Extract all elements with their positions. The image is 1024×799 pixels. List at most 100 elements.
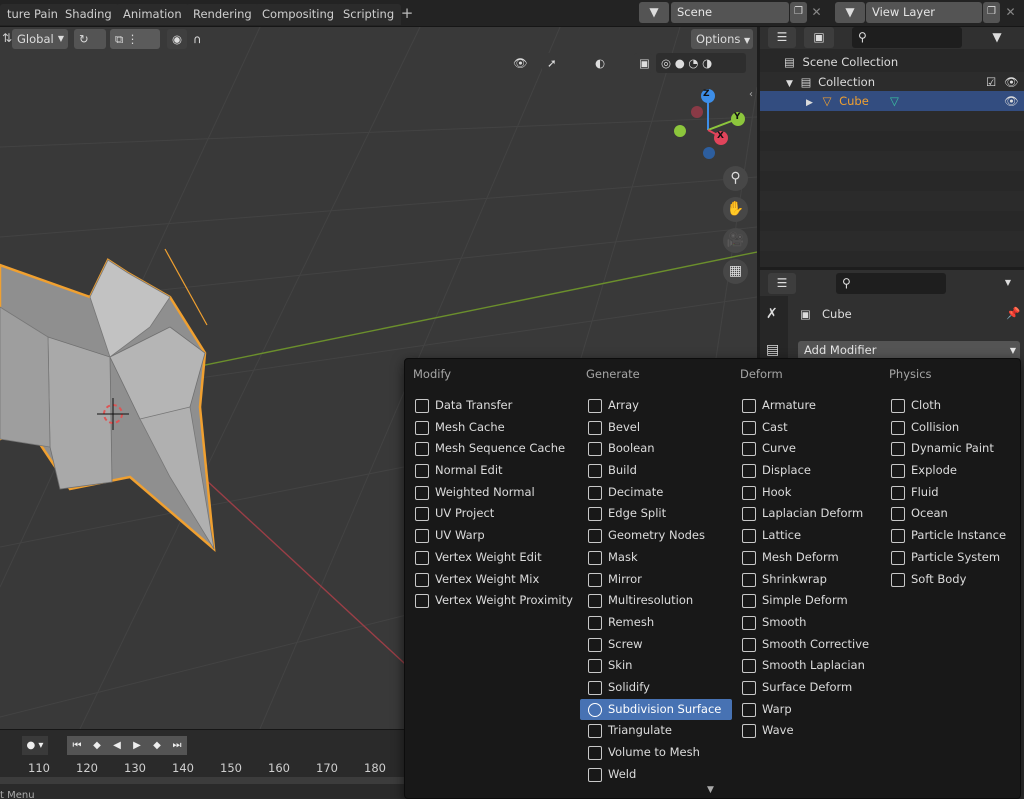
sidebar-toggle-icon[interactable]: ‹ (749, 89, 753, 100)
render-tab-icon[interactable]: ▤ (766, 342, 779, 358)
navigation-gizmo[interactable] (674, 89, 745, 159)
camera-view-icon[interactable]: 🎥 (723, 228, 748, 253)
menu-item-particle-system[interactable]: Particle System (883, 547, 1024, 569)
pivot-point-dropdown[interactable]: ↻ (74, 29, 106, 49)
menu-item-volume-to-mesh[interactable]: Volume to Mesh (580, 742, 732, 764)
display-mode-dropdown[interactable]: ☰ (768, 27, 796, 48)
menu-item-bevel[interactable]: Bevel (580, 417, 732, 439)
menu-item-mesh-deform[interactable]: Mesh Deform (734, 547, 886, 569)
properties-search-input[interactable]: ⚲ (836, 273, 946, 294)
menu-item-build[interactable]: Build (580, 460, 732, 482)
chevron-down-icon[interactable]: ▼ (998, 273, 1018, 294)
menu-item-geometry-nodes[interactable]: Geometry Nodes (580, 525, 732, 547)
menu-item-curve[interactable]: Curve (734, 438, 886, 460)
cube-row[interactable]: ▶ ▽ Cube ▽ 👁 (760, 91, 1024, 111)
menu-item-weld[interactable]: Weld (580, 764, 732, 786)
menu-item-smooth-laplacian[interactable]: Smooth Laplacian (734, 655, 886, 677)
scroll-down-icon[interactable]: ▼ (707, 785, 714, 795)
keyframe-dot-dropdown[interactable]: ● ▾ (22, 736, 48, 755)
play-icon[interactable]: ▶ (127, 736, 147, 755)
filter-view-dropdown[interactable]: ▣ (804, 27, 834, 48)
menu-item-fluid[interactable]: Fluid (883, 482, 1024, 504)
menu-item-mirror[interactable]: Mirror (580, 569, 732, 591)
tab-shading[interactable]: Shading (58, 4, 119, 25)
menu-item-multiresolution[interactable]: Multiresolution (580, 590, 732, 612)
menu-item-mesh-cache[interactable]: Mesh Cache (407, 417, 559, 439)
scene-collection-row[interactable]: ▤ Scene Collection (760, 52, 1024, 72)
view-layer-browse-button[interactable]: ▼ (835, 2, 865, 23)
gizmo-toggle-icon[interactable]: ➚ (542, 53, 578, 73)
scene-browse-button[interactable]: ▼ (639, 2, 669, 23)
menu-item-uv-project[interactable]: UV Project (407, 503, 559, 525)
prev-keyframe-icon[interactable]: ◆ (87, 736, 107, 755)
scene-close-icon[interactable]: ✕ (808, 2, 825, 23)
tab-animation[interactable]: Animation (116, 4, 189, 25)
menu-item-cast[interactable]: Cast (734, 417, 886, 439)
menu-item-solidify[interactable]: Solidify (580, 677, 732, 699)
tab-compositing[interactable]: Compositing (255, 4, 342, 25)
menu-item-smooth-corrective[interactable]: Smooth Corrective (734, 634, 886, 656)
editor-type-dropdown[interactable]: ☰ (768, 273, 796, 294)
menu-item-vertex-weight-edit[interactable]: Vertex Weight Edit (407, 547, 559, 569)
checkbox-icon[interactable]: ☑ (986, 72, 996, 92)
next-keyframe-icon[interactable]: ◆ (147, 736, 167, 755)
menu-item-edge-split[interactable]: Edge Split (580, 503, 732, 525)
filter-icon[interactable]: ▼ (982, 27, 1012, 48)
visibility-icon[interactable]: 👁 (508, 53, 538, 73)
zoom-icon[interactable]: ⚲ (723, 166, 748, 191)
menu-item-simple-deform[interactable]: Simple Deform (734, 590, 886, 612)
menu-item-triangulate[interactable]: Triangulate (580, 720, 732, 742)
shading-mode-buttons[interactable]: ◎ ● ◔ ◑ (656, 53, 746, 73)
transform-orientation-dropdown[interactable]: Global ▼ (12, 29, 68, 49)
menu-item-normal-edit[interactable]: Normal Edit (407, 460, 559, 482)
jump-end-icon[interactable]: ⏭ (167, 736, 187, 755)
tool-tab-icon[interactable]: ✗ (766, 306, 778, 322)
menu-item-explode[interactable]: Explode (883, 460, 1024, 482)
menu-item-armature[interactable]: Armature (734, 395, 886, 417)
scene-name-field[interactable]: Scene (671, 2, 789, 23)
scene-copy-button[interactable]: ❐ (790, 2, 807, 23)
menu-item-dynamic-paint[interactable]: Dynamic Paint (883, 438, 1024, 460)
menu-item-cloth[interactable]: Cloth (883, 395, 1024, 417)
pan-hand-icon[interactable]: ✋ (723, 197, 748, 222)
menu-item-laplacian-deform[interactable]: Laplacian Deform (734, 503, 886, 525)
menu-item-shrinkwrap[interactable]: Shrinkwrap (734, 569, 886, 591)
xray-toggle-icon[interactable]: ▣ (634, 53, 652, 73)
menu-item-warp[interactable]: Warp (734, 699, 886, 721)
menu-item-smooth[interactable]: Smooth (734, 612, 886, 634)
menu-item-remesh[interactable]: Remesh (580, 612, 732, 634)
proportional-edit-toggle[interactable]: ◉ (167, 29, 187, 49)
menu-item-soft-body[interactable]: Soft Body (883, 569, 1024, 591)
tab-rendering[interactable]: Rendering (186, 4, 259, 25)
menu-item-vertex-weight-mix[interactable]: Vertex Weight Mix (407, 569, 559, 591)
expand-arrow-icon[interactable]: ▶ (806, 98, 813, 108)
menu-item-collision[interactable]: Collision (883, 417, 1024, 439)
menu-item-lattice[interactable]: Lattice (734, 525, 886, 547)
menu-item-displace[interactable]: Displace (734, 460, 886, 482)
menu-item-weighted-normal[interactable]: Weighted Normal (407, 482, 559, 504)
collection-row[interactable]: ▼ ▤ Collection ☑ 👁 (760, 72, 1024, 92)
perspective-grid-icon[interactable]: ▦ (723, 259, 748, 284)
menu-item-boolean[interactable]: Boolean (580, 438, 732, 460)
play-reverse-icon[interactable]: ◀ (107, 736, 127, 755)
menu-item-vertex-weight-proximity[interactable]: Vertex Weight Proximity (407, 590, 573, 612)
options-dropdown[interactable]: Options ▼ (691, 29, 753, 49)
menu-item-mesh-sequence-cache[interactable]: Mesh Sequence Cache (407, 438, 565, 460)
pin-icon[interactable]: 📌 (1006, 306, 1020, 320)
menu-item-decimate[interactable]: Decimate (580, 482, 732, 504)
overlay-toggle-icon[interactable]: ◐ (590, 53, 630, 73)
snap-toggle[interactable]: ⧉ ⋮ (110, 29, 160, 49)
menu-item-wave[interactable]: Wave (734, 720, 886, 742)
menu-item-hook[interactable]: Hook (734, 482, 886, 504)
tab-scripting[interactable]: Scripting (336, 4, 402, 25)
view-layer-copy-button[interactable]: ❐ (983, 2, 1000, 23)
collapse-arrow-icon[interactable]: ▼ (786, 79, 793, 89)
cube-mesh[interactable] (0, 258, 216, 552)
menu-item-screw[interactable]: Screw (580, 634, 732, 656)
view-layer-close-icon[interactable]: ✕ (1002, 2, 1019, 23)
falloff-dropdown[interactable]: ∩ (188, 29, 218, 49)
menu-item-particle-instance[interactable]: Particle Instance (883, 525, 1024, 547)
view-layer-field[interactable]: View Layer (866, 2, 982, 23)
menu-item-skin[interactable]: Skin (580, 655, 732, 677)
add-workspace-button[interactable]: + (398, 5, 416, 23)
